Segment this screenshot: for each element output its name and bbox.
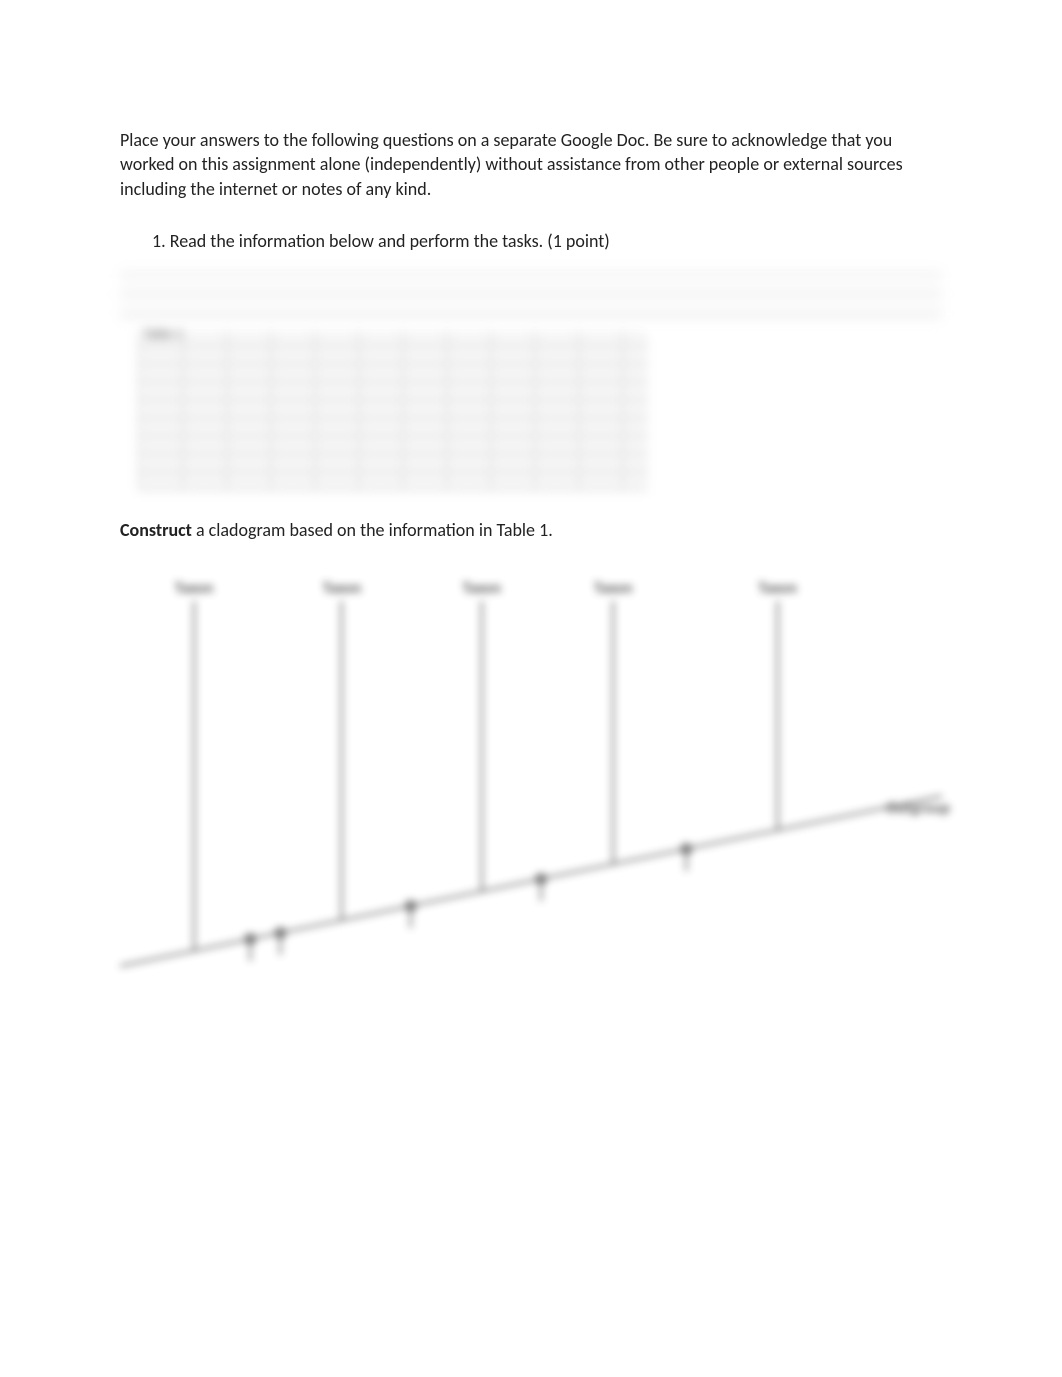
construct-rest: a cladogram based on the information in … <box>192 519 553 541</box>
cladogram-taxon-5: Taxon <box>758 579 797 598</box>
cladogram-svg <box>120 601 942 981</box>
cladogram-taxon-3: Taxon <box>462 579 501 598</box>
question-1: 1. Read the information below and perfor… <box>120 229 942 253</box>
cladogram-taxon-1: Taxon <box>175 579 214 598</box>
document-page: Place your answers to the following ques… <box>0 0 1062 1031</box>
cladogram-taxon-2: Taxon <box>323 579 362 598</box>
table-caption: Table 1 <box>144 327 182 342</box>
intro-paragraph: Place your answers to the following ques… <box>120 128 942 201</box>
blurred-context-text <box>120 271 942 319</box>
construct-bold: Construct <box>120 519 192 541</box>
cladogram-area: Taxon Taxon Taxon Taxon Taxon Outgroup <box>120 571 942 991</box>
blurred-character-table: Table 1 <box>138 331 648 491</box>
cladogram-taxon-4: Taxon <box>594 579 633 598</box>
construct-instruction: Construct a cladogram based on the infor… <box>120 519 942 541</box>
